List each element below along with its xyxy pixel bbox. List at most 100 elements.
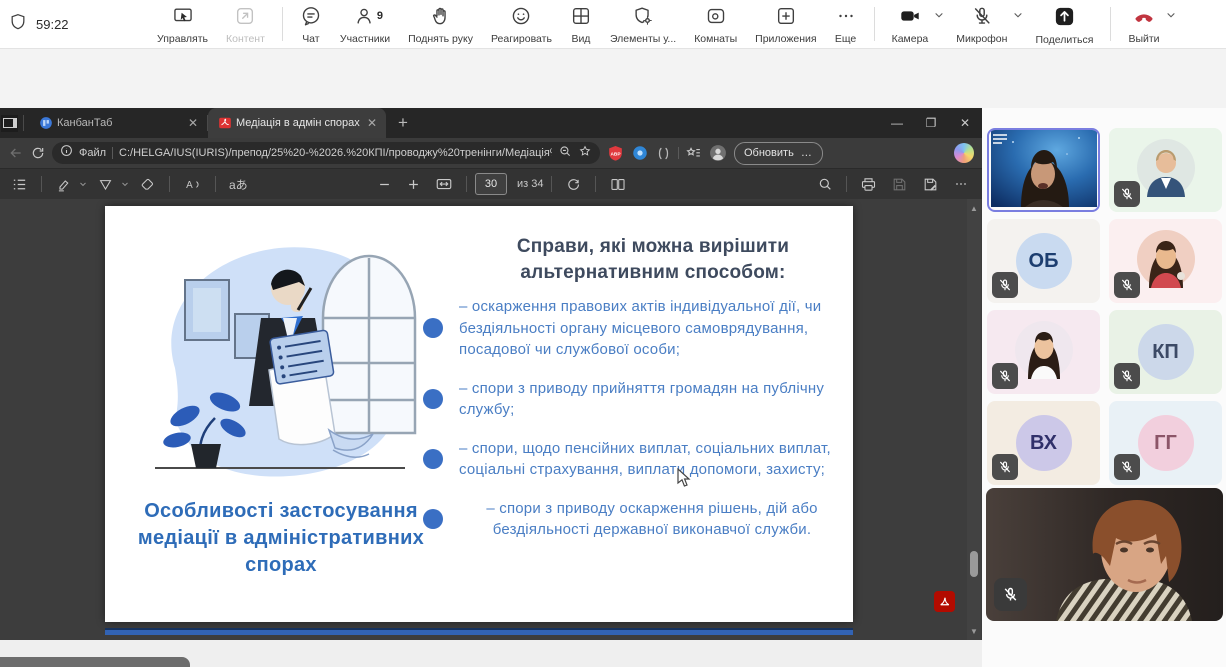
read-aloud-icon[interactable]: A (178, 171, 207, 197)
svg-text:A: A (186, 180, 193, 191)
scrollbar-thumb[interactable] (970, 551, 978, 577)
page-total-label: из 34 (517, 178, 543, 190)
virtual-background-watermark (993, 134, 1007, 144)
react-icon (510, 5, 532, 32)
toolbar-button-apps[interactable]: Приложения (746, 3, 825, 45)
adblock-extension-icon[interactable]: ABP (606, 144, 625, 163)
copilot-icon[interactable] (954, 143, 974, 163)
leave-icon (1131, 5, 1157, 32)
tab-close-icon[interactable]: ✕ (364, 116, 380, 130)
refresh-icon[interactable] (30, 145, 46, 161)
print-icon[interactable] (855, 171, 882, 197)
toolbar-button-screen-control[interactable]: Управлять (148, 3, 217, 45)
url-field[interactable]: Файл C:/HELGA/IUS(IURIS)/препод/25%20-%2… (52, 142, 600, 164)
chevron-down-icon[interactable] (933, 8, 945, 26)
tab-layout-icon[interactable] (1, 115, 18, 132)
participant-tile-4[interactable] (1109, 219, 1222, 303)
page-view-icon[interactable] (604, 171, 632, 197)
favorite-star-icon[interactable] (578, 144, 592, 163)
shield-gear-icon (632, 5, 654, 32)
meeting-status: 59:22 (8, 0, 69, 48)
participant-tile-large[interactable] (986, 488, 1223, 621)
participant-tile-3[interactable]: ОБ (987, 219, 1100, 303)
update-more-icon[interactable]: … (801, 147, 813, 159)
pdf-more-icon[interactable] (948, 171, 974, 197)
more-icon (835, 5, 857, 32)
chevron-down-icon[interactable] (1165, 8, 1177, 26)
blue-extension-icon[interactable] (631, 144, 649, 162)
slide-page: Особливості застосування медіації в адмі… (105, 206, 853, 622)
fit-width-icon[interactable] (430, 171, 458, 197)
highlighter-icon[interactable] (50, 171, 77, 197)
participant-tile-6[interactable]: КП (1109, 310, 1222, 394)
slide-bullet-item: – спори з приводу оскарження рішень, дій… (423, 498, 845, 541)
tab-close-icon[interactable]: ✕ (185, 116, 201, 130)
toolbar-button-mic-muted[interactable]: Микрофон (947, 3, 1016, 45)
pen-icon[interactable] (92, 171, 119, 197)
pdf-annotation-tools: A аあ (6, 169, 253, 199)
toc-icon[interactable] (6, 171, 33, 197)
tab-divider (23, 115, 24, 131)
taskbar-stub[interactable] (0, 657, 190, 667)
toolbar-button-shield-gear[interactable]: Элементы у... (601, 3, 685, 45)
browser-tab-1[interactable]: КанбанТаб✕ (29, 108, 207, 138)
participant-tile-2[interactable] (1109, 128, 1222, 212)
zoom-in-icon[interactable] (401, 171, 426, 197)
apps-icon (775, 5, 797, 32)
toolbar-button-more[interactable]: Еще (826, 3, 866, 45)
toolbar-button-raise-hand[interactable]: Поднять руку (399, 3, 482, 45)
url-text[interactable]: C:/HELGA/IUS(IURIS)/препод/25%20-%2026.%… (119, 147, 552, 159)
mic-muted-icon (994, 578, 1027, 611)
participant-tile-1[interactable] (987, 128, 1100, 212)
toolbar-button-share[interactable]: Поделиться (1026, 3, 1102, 46)
toolbar-button-rooms[interactable]: Комнаты (685, 3, 746, 45)
save-as-icon[interactable] (917, 171, 944, 197)
mic-muted-icon (992, 363, 1018, 389)
toolbar-separator (1110, 7, 1111, 41)
page-number-input[interactable]: 30 (475, 173, 507, 195)
minimize-button[interactable]: — (880, 108, 914, 138)
back-icon[interactable] (8, 145, 24, 161)
adobe-acrobat-icon[interactable] (934, 591, 955, 612)
toolbar-separator (874, 7, 875, 41)
scroll-up-icon[interactable]: ▲ (967, 201, 981, 215)
pdf-scrollbar[interactable]: ▲ ▼ (967, 199, 981, 640)
browser-tab-2[interactable]: Медіація в адмін спорах (Литви✕ (208, 108, 386, 138)
translate-icon[interactable]: аあ (224, 171, 253, 197)
toolbar-button-leave[interactable]: Выйти (1119, 3, 1168, 45)
participant-tile-5[interactable] (987, 310, 1100, 394)
mic-muted-icon (971, 5, 993, 32)
participant-tile-7[interactable]: ВХ (987, 401, 1100, 485)
zoom-out-icon[interactable] (372, 171, 397, 197)
share-icon (1053, 5, 1076, 33)
site-info-icon[interactable] (60, 144, 73, 162)
toolbar-button-chat[interactable]: Чат (291, 3, 331, 45)
favorites-bar-icon[interactable] (685, 145, 702, 162)
mic-muted-icon (992, 454, 1018, 480)
brackets-extension-icon[interactable] (655, 145, 672, 162)
close-button[interactable]: ✕ (948, 108, 982, 138)
profile-avatar[interactable] (708, 143, 728, 163)
highlighter-chevron-icon[interactable] (78, 179, 88, 189)
scroll-down-icon[interactable]: ▼ (967, 624, 981, 638)
search-icon[interactable] (812, 171, 838, 197)
participants-icon (354, 5, 376, 32)
slide-bullet-list: – оскарження правових актів індивідуальн… (423, 296, 845, 558)
participant-tile-8[interactable]: ГГ (1109, 401, 1222, 485)
rotate-icon[interactable] (560, 171, 587, 197)
eraser-icon[interactable] (134, 171, 161, 197)
pen-chevron-icon[interactable] (120, 179, 130, 189)
security-shield-icon[interactable] (8, 12, 28, 37)
toolbar-button-participants[interactable]: 9Участники (331, 3, 399, 45)
new-tab-button[interactable]: + (386, 113, 420, 133)
toolbar-button-view[interactable]: Вид (561, 3, 601, 45)
pdf-file-actions (812, 169, 974, 199)
zoom-out-page-icon[interactable] (558, 144, 572, 163)
restore-button[interactable]: ❐ (914, 108, 948, 138)
update-browser-button[interactable]: Обновить … (734, 142, 823, 165)
chevron-down-icon[interactable] (1012, 8, 1024, 26)
toolbar-button-camera[interactable]: Камера (883, 3, 938, 45)
save-icon[interactable] (886, 171, 913, 197)
toolbar-button-react[interactable]: Реагировать (482, 3, 561, 45)
participants-count-badge: 9 (377, 10, 383, 22)
